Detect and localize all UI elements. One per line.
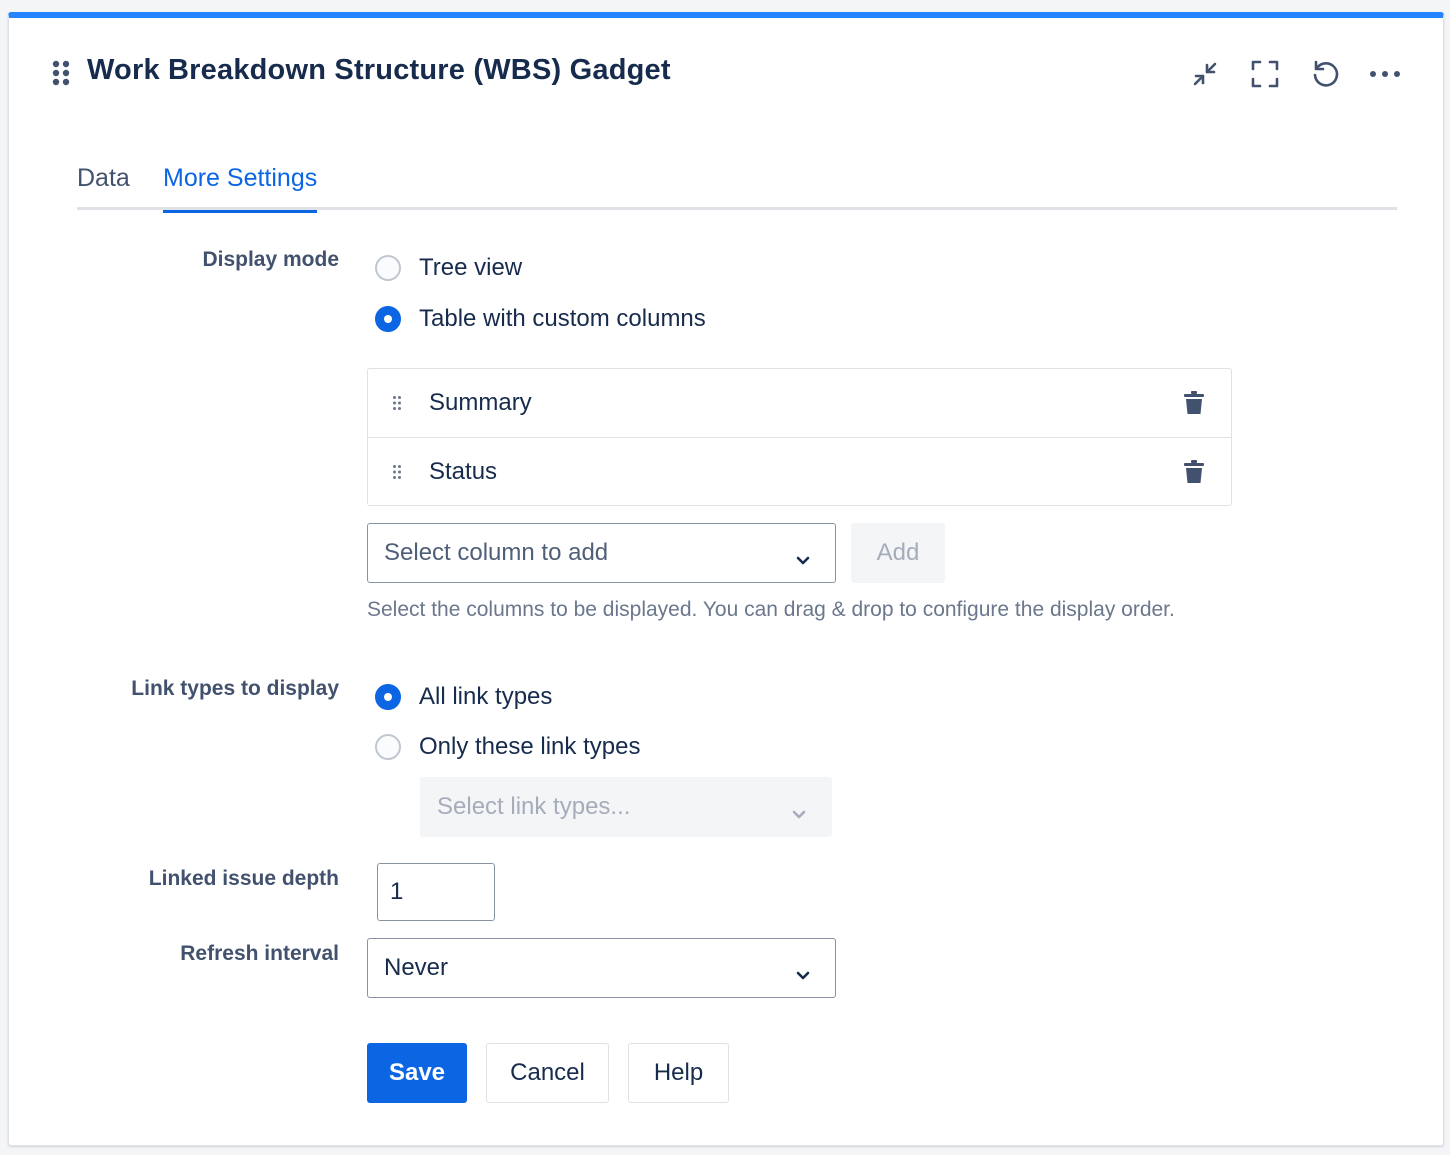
refresh-interval-label: Refresh interval — [180, 942, 339, 965]
chevron-down-icon — [795, 961, 811, 989]
refresh-interval-select[interactable]: Never — [367, 938, 836, 998]
column-item[interactable]: Status — [368, 437, 1231, 505]
radio-label: Table with custom columns — [419, 305, 706, 332]
linked-issue-depth-label: Linked issue depth — [148, 867, 339, 890]
add-column-button[interactable]: Add — [851, 523, 945, 583]
column-select[interactable]: Select column to add — [367, 523, 836, 583]
display-mode-label: Display mode — [202, 248, 339, 271]
column-name: Summary — [429, 389, 532, 416]
link-types-select: Select link types... — [420, 777, 832, 837]
trash-icon[interactable] — [1183, 391, 1205, 420]
trash-icon[interactable] — [1183, 460, 1205, 489]
tab-more-settings[interactable]: More Settings — [163, 164, 318, 213]
more-icon[interactable] — [1367, 56, 1403, 92]
radio-circle[interactable] — [375, 306, 401, 332]
gadget-title: Work Breakdown Structure (WBS) Gadget — [87, 54, 671, 86]
tab-bar: Data More Settings — [77, 156, 1397, 213]
column-select-placeholder: Select column to add — [384, 539, 609, 566]
radio-label: Only these link types — [419, 733, 641, 760]
drag-handle-icon[interactable] — [51, 58, 71, 88]
radio-circle[interactable] — [375, 684, 401, 710]
radio-circle[interactable] — [375, 255, 401, 281]
radio-circle[interactable] — [375, 734, 401, 760]
wbs-gadget: Work Breakdown Structure (WBS) Gadget Da… — [8, 12, 1444, 1146]
radio-all-link-types[interactable]: All link types — [375, 683, 552, 711]
refresh-interval-value: Never — [384, 954, 449, 981]
column-name: Status — [429, 457, 498, 485]
link-types-label: Link types to display — [131, 677, 339, 700]
drag-grip-icon[interactable] — [392, 395, 402, 416]
radio-label: All link types — [419, 683, 553, 710]
refresh-icon[interactable] — [1307, 56, 1343, 92]
radio-label: Tree view — [419, 254, 523, 281]
radio-tree-view[interactable]: Tree view — [375, 254, 522, 282]
tab-data[interactable]: Data — [77, 164, 130, 210]
chevron-down-icon — [791, 800, 807, 828]
help-button[interactable]: Help — [628, 1043, 729, 1103]
cancel-button[interactable]: Cancel — [486, 1043, 609, 1103]
drag-grip-icon[interactable] — [392, 464, 402, 485]
radio-only-these-link-types[interactable]: Only these link types — [375, 733, 640, 761]
save-button[interactable]: Save — [367, 1043, 467, 1103]
radio-table-custom-columns[interactable]: Table with custom columns — [375, 305, 706, 333]
chevron-down-icon — [795, 546, 811, 574]
column-item[interactable]: Summary — [368, 369, 1231, 437]
collapse-icon[interactable] — [1187, 56, 1223, 92]
fullscreen-icon[interactable] — [1247, 56, 1283, 92]
gadget-header: Work Breakdown Structure (WBS) Gadget — [9, 18, 1443, 128]
columns-hint: Select the columns to be displayed. You … — [367, 598, 1175, 621]
link-types-placeholder: Select link types... — [437, 793, 631, 820]
columns-list: Summary Status — [367, 368, 1232, 506]
linked-issue-depth-input[interactable]: 1 — [377, 863, 495, 921]
